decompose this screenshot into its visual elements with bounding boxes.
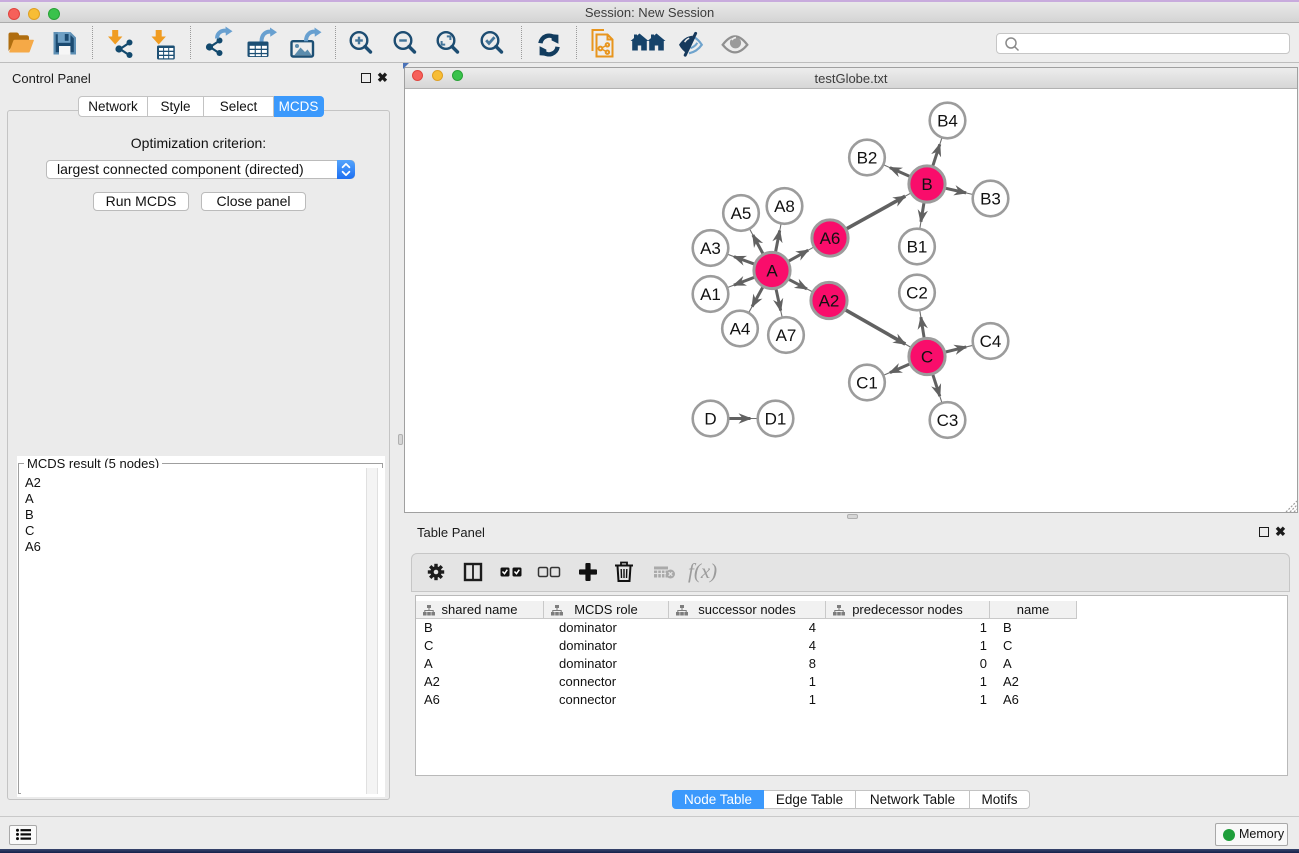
svg-text:A6: A6 — [820, 229, 841, 248]
svg-text:B: B — [921, 175, 932, 194]
svg-text:D1: D1 — [765, 410, 787, 429]
svg-text:A5: A5 — [731, 204, 752, 223]
svg-text:C3: C3 — [937, 411, 959, 430]
svg-text:A: A — [766, 262, 778, 281]
svg-text:B4: B4 — [937, 112, 958, 131]
svg-text:C1: C1 — [856, 374, 878, 393]
svg-text:B2: B2 — [857, 149, 878, 168]
svg-text:A4: A4 — [730, 320, 751, 339]
svg-text:B3: B3 — [980, 190, 1001, 209]
svg-text:A7: A7 — [776, 326, 797, 345]
svg-text:C2: C2 — [906, 284, 928, 303]
svg-text:A3: A3 — [700, 239, 721, 258]
svg-text:A2: A2 — [819, 292, 840, 311]
svg-text:C: C — [921, 348, 933, 367]
svg-text:C4: C4 — [980, 332, 1002, 351]
svg-text:A8: A8 — [774, 197, 795, 216]
svg-text:B1: B1 — [907, 238, 928, 257]
svg-text:D: D — [704, 410, 716, 429]
svg-text:A1: A1 — [700, 285, 721, 304]
